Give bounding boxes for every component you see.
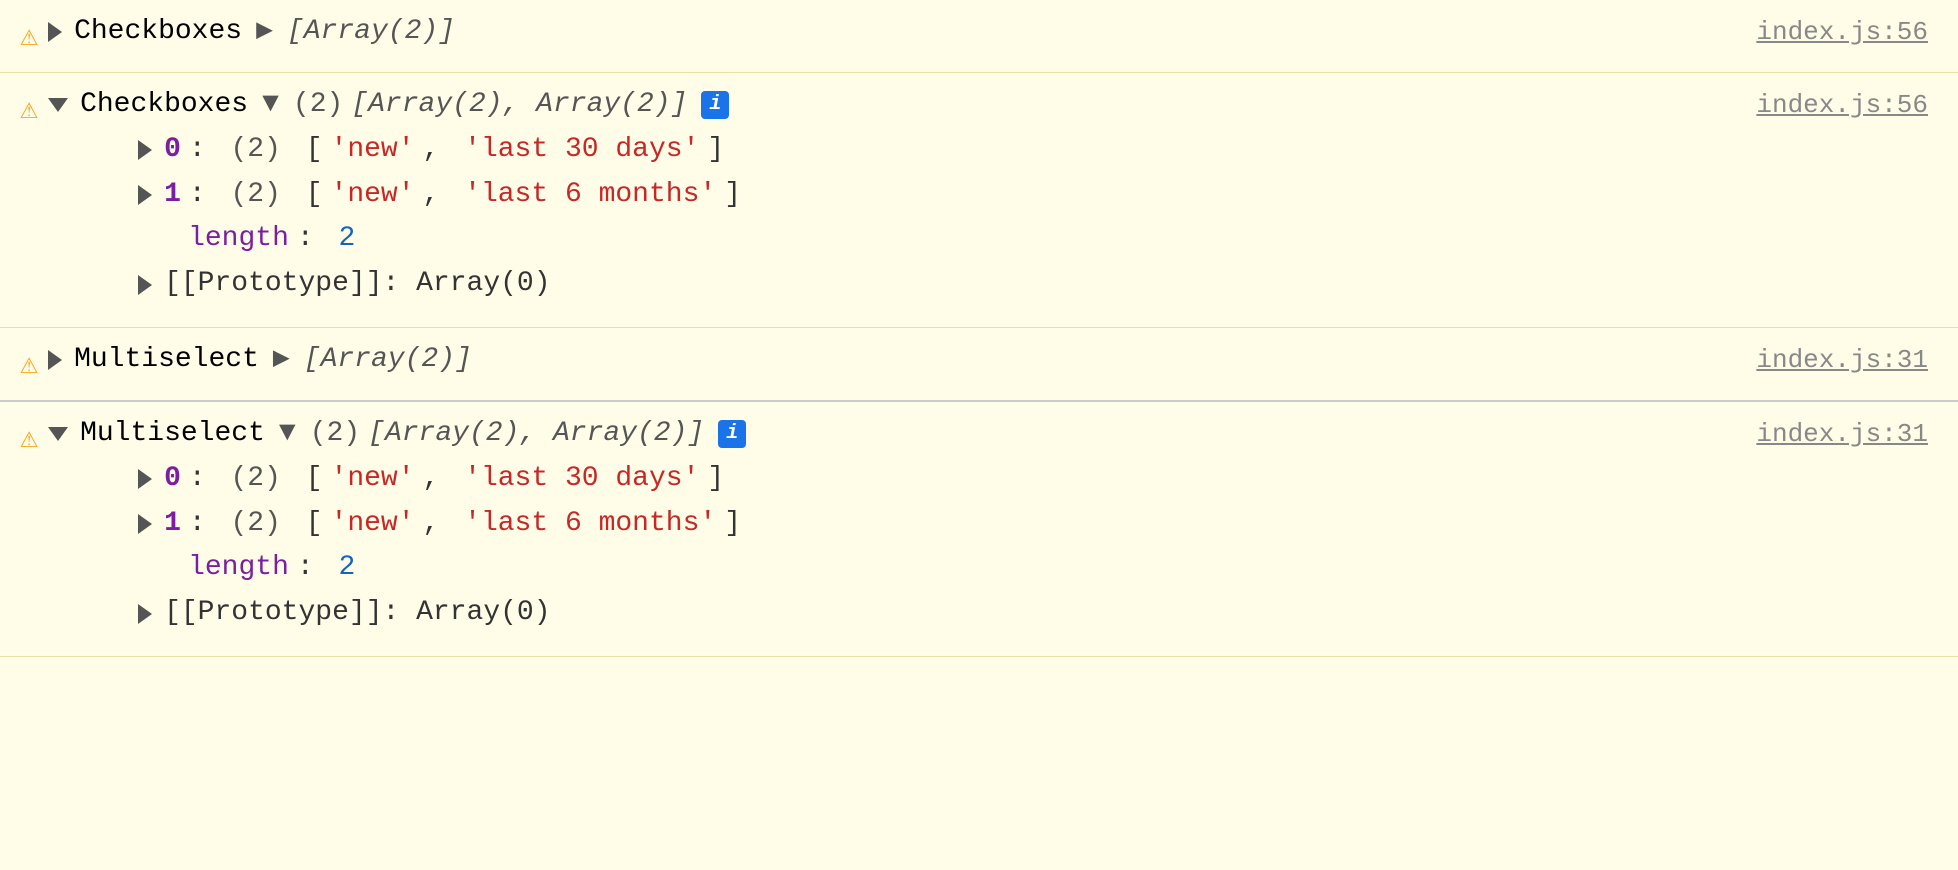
warning-icon-4: ⚠ xyxy=(20,416,38,464)
child-val2-2-1: 'last 6 months' xyxy=(464,173,716,218)
child-count-2-0: (2) xyxy=(230,128,280,173)
collapse-arrow-2[interactable] xyxy=(48,98,68,112)
child-proto-2: [[Prototype]]: Array(0) xyxy=(48,262,1938,307)
child-bracket-close-4-1: ] xyxy=(724,502,741,547)
entry-inner-3: Multiselect ▶ [Array(2)] index.js:31 xyxy=(48,338,1938,383)
child-count-4-1: (2) xyxy=(230,502,280,547)
child-expand-4-1[interactable] xyxy=(138,514,152,534)
proto-text-4: [[Prototype]]: Array(0) xyxy=(164,591,550,636)
file-link-1[interactable]: index.js:56 xyxy=(1756,12,1938,54)
child-comma-4-1: , xyxy=(423,502,457,547)
file-link-4[interactable]: index.js:31 xyxy=(1756,414,1938,456)
log-entry-4: ⚠ Multiselect ▼ (2) [Array(2), Array(2)]… xyxy=(0,402,1958,657)
child-index-4-0: 0 xyxy=(164,457,181,502)
child-expand-2-1[interactable] xyxy=(138,185,152,205)
log-row-3: Multiselect ▶ [Array(2)] index.js:31 xyxy=(48,338,1938,383)
arrow-sep-4: ▼ xyxy=(279,412,296,457)
child-val1-4-1: 'new' xyxy=(331,502,415,547)
log-entry-3: ⚠ Multiselect ▶ [Array(2)] index.js:31 xyxy=(0,328,1958,402)
entry-value-1: [Array(2)] xyxy=(287,10,455,55)
child-length-2: length : 2 xyxy=(48,217,1938,262)
warning-icon-3: ⚠ xyxy=(20,342,38,390)
log-row-2: Checkboxes ▼ (2) [Array(2), Array(2)] i … xyxy=(48,83,1938,128)
child-bracket-open-4-0: [ xyxy=(289,457,323,502)
child-row-4-0: 0 : (2) [ 'new' , 'last 30 days' ] xyxy=(48,457,1938,502)
length-val-2: 2 xyxy=(339,217,356,262)
arrow-sep-3: ▶ xyxy=(273,338,290,383)
child-index-2-1: 1 xyxy=(164,173,181,218)
arrow-sep-1: ▶ xyxy=(256,10,273,55)
child-comma-2-1: , xyxy=(423,173,457,218)
log-row-1: Checkboxes ▶ [Array(2)] index.js:56 xyxy=(48,10,1938,55)
expand-arrow-3[interactable] xyxy=(48,350,62,370)
length-colon-2: : xyxy=(297,217,331,262)
child-bracket-close-2-0: ] xyxy=(707,128,724,173)
child-bracket-close-2-1: ] xyxy=(724,173,741,218)
entry-label-4: Multiselect xyxy=(80,412,265,457)
proto-expand-4[interactable] xyxy=(138,604,152,624)
collapse-arrow-4[interactable] xyxy=(48,427,68,441)
child-count-2-1: (2) xyxy=(230,173,280,218)
entry-label-2: Checkboxes xyxy=(80,83,248,128)
child-val2-4-1: 'last 6 months' xyxy=(464,502,716,547)
entry-count-4: (2) xyxy=(310,412,360,457)
console-panel: ⚠ Checkboxes ▶ [Array(2)] index.js:56 ⚠ … xyxy=(0,0,1958,657)
entry-value-4: [Array(2), Array(2)] xyxy=(368,412,704,457)
child-val2-2-0: 'last 30 days' xyxy=(464,128,699,173)
child-val1-2-0: 'new' xyxy=(331,128,415,173)
child-colon-2-0: : xyxy=(189,128,223,173)
child-proto-4: [[Prototype]]: Array(0) xyxy=(48,591,1938,636)
child-comma-2-0: , xyxy=(423,128,457,173)
child-colon-2-1: : xyxy=(189,173,223,218)
entry-value-2: [Array(2), Array(2)] xyxy=(351,83,687,128)
child-bracket-open-2-1: [ xyxy=(289,173,323,218)
info-badge-4[interactable]: i xyxy=(718,420,746,448)
warning-icon-2: ⚠ xyxy=(20,87,38,135)
entry-count-2: (2) xyxy=(293,83,343,128)
child-val1-4-0: 'new' xyxy=(331,457,415,502)
entry-inner-4: Multiselect ▼ (2) [Array(2), Array(2)] i… xyxy=(48,412,1938,636)
log-entry-2: ⚠ Checkboxes ▼ (2) [Array(2), Array(2)] … xyxy=(0,73,1958,328)
child-index-2-0: 0 xyxy=(164,128,181,173)
child-row-2-1: 1 : (2) [ 'new' , 'last 6 months' ] xyxy=(48,173,1938,218)
child-length-4: length : 2 xyxy=(48,546,1938,591)
child-row-4-1: 1 : (2) [ 'new' , 'last 6 months' ] xyxy=(48,502,1938,547)
warning-icon-1: ⚠ xyxy=(20,14,38,62)
entry-inner-2: Checkboxes ▼ (2) [Array(2), Array(2)] i … xyxy=(48,83,1938,307)
child-expand-4-0[interactable] xyxy=(138,469,152,489)
length-key-2: length xyxy=(188,217,289,262)
child-colon-4-0: : xyxy=(189,457,223,502)
child-val2-4-0: 'last 30 days' xyxy=(464,457,699,502)
child-expand-2-0[interactable] xyxy=(138,140,152,160)
child-colon-4-1: : xyxy=(189,502,223,547)
file-link-3[interactable]: index.js:31 xyxy=(1756,340,1938,382)
entry-inner-1: Checkboxes ▶ [Array(2)] index.js:56 xyxy=(48,10,1938,55)
child-bracket-open-2-0: [ xyxy=(289,128,323,173)
child-index-4-1: 1 xyxy=(164,502,181,547)
log-row-4: Multiselect ▼ (2) [Array(2), Array(2)] i… xyxy=(48,412,1938,457)
child-row-2-0: 0 : (2) [ 'new' , 'last 30 days' ] xyxy=(48,128,1938,173)
expand-arrow-1[interactable] xyxy=(48,22,62,42)
proto-expand-2[interactable] xyxy=(138,275,152,295)
length-val-4: 2 xyxy=(339,546,356,591)
child-count-4-0: (2) xyxy=(230,457,280,502)
log-entry-1: ⚠ Checkboxes ▶ [Array(2)] index.js:56 xyxy=(0,0,1958,73)
file-link-2[interactable]: index.js:56 xyxy=(1756,85,1938,127)
proto-text-2: [[Prototype]]: Array(0) xyxy=(164,262,550,307)
entry-label-3: Multiselect xyxy=(74,338,259,383)
length-key-4: length xyxy=(188,546,289,591)
entry-label-1: Checkboxes xyxy=(74,10,242,55)
child-val1-2-1: 'new' xyxy=(331,173,415,218)
arrow-sep-2: ▼ xyxy=(262,83,279,128)
child-bracket-open-4-1: [ xyxy=(289,502,323,547)
info-badge-2[interactable]: i xyxy=(701,91,729,119)
entry-value-3: [Array(2)] xyxy=(304,338,472,383)
length-colon-4: : xyxy=(297,546,331,591)
child-bracket-close-4-0: ] xyxy=(707,457,724,502)
child-comma-4-0: , xyxy=(423,457,457,502)
